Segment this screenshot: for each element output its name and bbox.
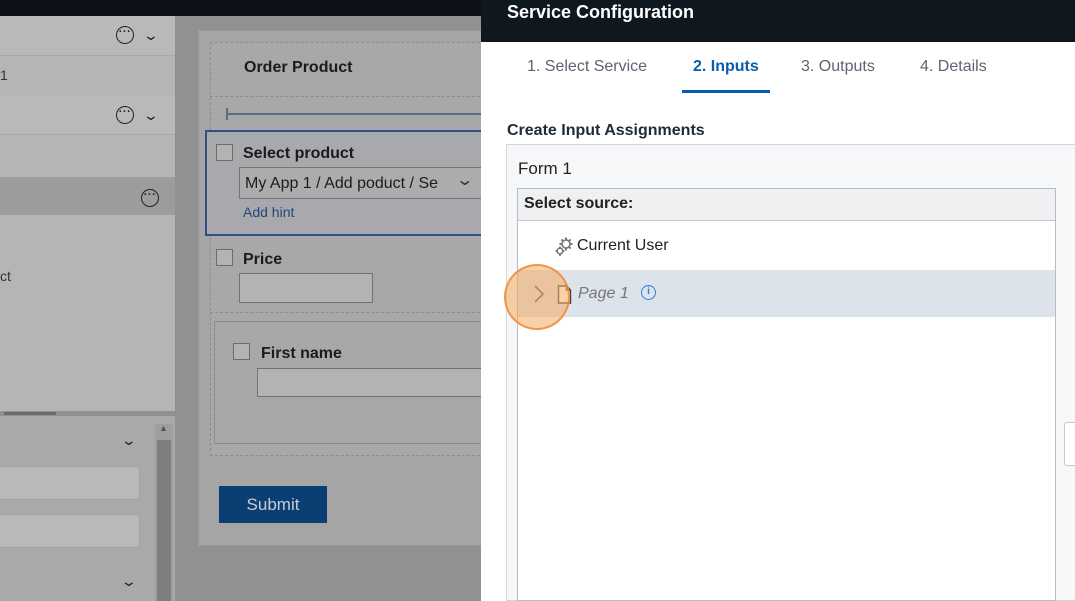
left-panel-value: 1	[0, 67, 8, 83]
form-label: Form 1	[518, 159, 572, 178]
chevron-down-icon[interactable]: ⌄	[143, 107, 159, 124]
vertical-scrollbar-thumb[interactable]	[157, 440, 171, 601]
more-options-icon[interactable]: ···	[141, 189, 159, 207]
tree-item-label: Page 1	[578, 285, 629, 302]
info-icon[interactable]: i	[641, 285, 656, 300]
price-input[interactable]	[239, 273, 373, 303]
left-panel-partial-text: ct	[0, 268, 11, 284]
select-source-label: Select source:	[524, 195, 634, 212]
select-product-label: Select product	[243, 145, 355, 162]
form-title: Order Product	[244, 59, 353, 76]
price-label: Price	[243, 251, 283, 268]
field-checkbox[interactable]	[233, 343, 250, 360]
tree-item-label: Current User	[577, 237, 669, 254]
more-options-icon[interactable]: ···	[116, 106, 134, 124]
panel-scroll-handle[interactable]	[1064, 422, 1075, 466]
section-title: Create Input Assignments	[507, 122, 705, 139]
divider	[210, 96, 485, 97]
horizontal-scrollbar[interactable]	[4, 412, 56, 415]
property-field[interactable]	[0, 514, 140, 548]
dialog-title: Service Configuration	[507, 2, 695, 22]
tab-outputs[interactable]: 3. Outputs	[801, 58, 875, 76]
chevron-down-icon[interactable]: ⌄	[455, 170, 474, 190]
tab-inputs[interactable]: 2. Inputs	[693, 58, 759, 76]
submit-button[interactable]: Submit	[219, 486, 327, 523]
tab-details[interactable]: 4. Details	[920, 58, 987, 76]
chevron-down-icon[interactable]: ⌄	[121, 432, 137, 449]
more-options-icon[interactable]: ···	[116, 26, 134, 44]
tab-select-service[interactable]: 1. Select Service	[527, 58, 647, 76]
chevron-down-icon[interactable]: ⌄	[121, 573, 137, 590]
divider	[210, 312, 485, 313]
field-checkbox[interactable]	[216, 249, 233, 266]
property-field[interactable]	[0, 466, 140, 500]
add-hint-link[interactable]: Add hint	[243, 204, 294, 220]
properties-panel	[0, 416, 175, 601]
gears-icon	[554, 236, 576, 258]
progress-slider[interactable]	[227, 113, 485, 115]
select-product-dropdown[interactable]: My App 1 / Add poduct / Se	[239, 167, 484, 199]
active-tab-indicator	[682, 90, 770, 93]
scroll-up-arrow-icon[interactable]: ▲	[159, 423, 168, 433]
chevron-down-icon[interactable]: ⌄	[143, 27, 159, 44]
click-indicator	[504, 264, 570, 330]
field-checkbox[interactable]	[216, 144, 233, 161]
first-name-label: First name	[261, 345, 342, 362]
first-name-input[interactable]	[257, 368, 484, 397]
select-product-value: My App 1 / Add poduct / Se	[245, 175, 439, 192]
